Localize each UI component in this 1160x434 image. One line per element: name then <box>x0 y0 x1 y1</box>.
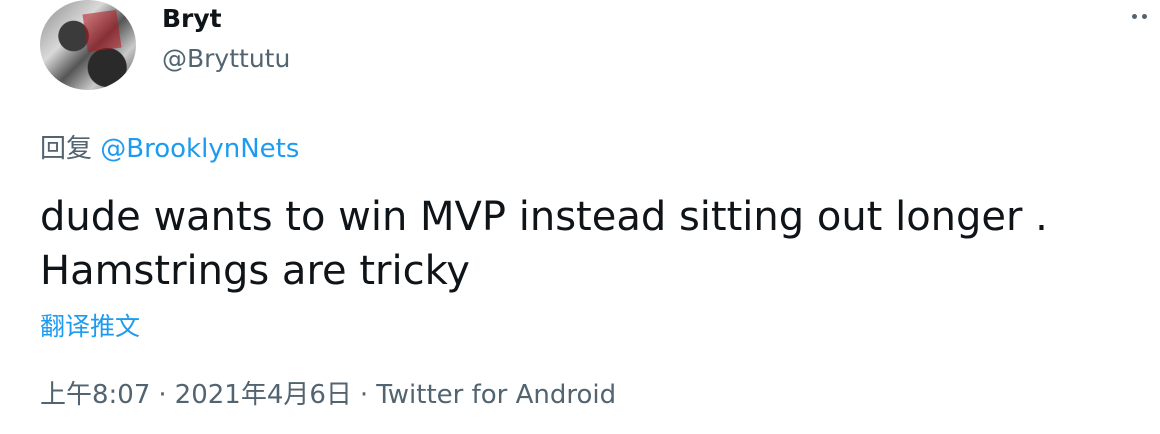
tweet-source[interactable]: Twitter for Android <box>376 380 616 410</box>
author-display-name[interactable]: Bryt <box>162 4 222 33</box>
separator: · <box>359 380 369 410</box>
tweet-text: dude wants to win MVP instead sitting ou… <box>40 190 1140 298</box>
tweet-date[interactable]: 2021年4月6日 <box>175 380 352 410</box>
reply-prefix: 回复 <box>40 134 93 164</box>
tweet-metadata: 上午8:07 · 2021年4月6日 · Twitter for Android <box>40 374 616 411</box>
more-options-icon[interactable] <box>1132 6 1160 26</box>
tweet-text-line: Hamstrings are tricky <box>40 248 470 294</box>
reply-mention-link[interactable]: @BrooklynNets <box>100 134 299 164</box>
tweet-text-line: dude wants to win MVP instead sitting ou… <box>40 194 1048 240</box>
avatar[interactable] <box>40 0 136 90</box>
dot-icon <box>1142 13 1147 19</box>
reply-context: 回复 @BrooklynNets <box>40 128 299 165</box>
separator: · <box>158 380 167 410</box>
tweet-card: Bryt @Bryttutu 回复 @BrooklynNets dude wan… <box>0 0 1160 434</box>
dot-icon <box>1132 13 1137 19</box>
author-handle[interactable]: @Bryttutu <box>162 44 290 73</box>
tweet-time[interactable]: 上午8:07 <box>40 380 150 410</box>
translate-tweet-link[interactable]: 翻译推文 <box>40 307 140 343</box>
